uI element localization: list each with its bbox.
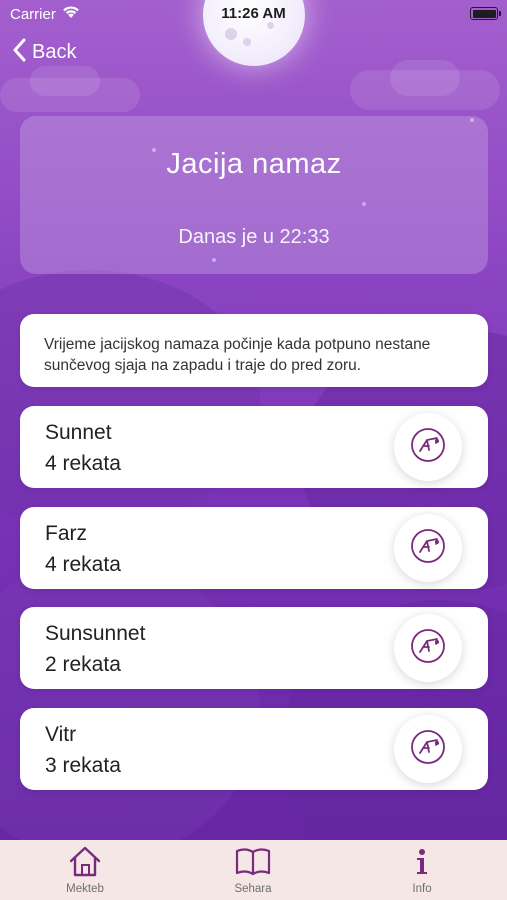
rakat-card-farz[interactable]: Farz 4 rekata	[20, 507, 488, 589]
rakat-name: Sunsunnet	[45, 622, 146, 645]
tab-label: Mekteb	[66, 883, 104, 895]
book-icon	[233, 843, 273, 879]
prayer-posture-icon	[409, 728, 447, 771]
prayer-time-subtitle: Danas je u 22:33	[178, 226, 330, 248]
prayer-posture-button[interactable]	[394, 715, 462, 783]
prayer-posture-icon	[409, 627, 447, 670]
rakat-count: 2 rekata	[45, 653, 121, 676]
rakat-name: Farz	[45, 522, 87, 545]
rakat-count: 3 rekata	[45, 754, 121, 777]
prayer-info-text: Vrijeme jacijskog namaza počinje kada po…	[44, 336, 431, 374]
tab-info[interactable]: Info	[362, 840, 482, 900]
tab-label: Sehara	[234, 883, 272, 895]
rakat-name: Sunnet	[45, 421, 112, 444]
page-title: Jacija namaz	[166, 148, 342, 180]
prayer-info-card: Vrijeme jacijskog namaza počinje kada po…	[20, 314, 488, 387]
info-icon	[402, 843, 442, 879]
tab-mekteb[interactable]: Mekteb	[25, 840, 145, 900]
clock-time: 11:26 AM	[221, 5, 286, 22]
rakat-count: 4 rekata	[45, 452, 121, 475]
prayer-posture-button[interactable]	[394, 514, 462, 582]
status-bar: Carrier 11:26 AM	[0, 0, 507, 28]
prayer-posture-button[interactable]	[394, 413, 462, 481]
rakat-card-sunnet[interactable]: Sunnet 4 rekata	[20, 406, 488, 488]
rakat-name: Vitr	[45, 723, 77, 746]
tab-label: Info	[412, 883, 432, 895]
battery-icon	[470, 7, 501, 20]
rakat-card-sunsunnet[interactable]: Sunsunnet 2 rekata	[20, 607, 488, 689]
tab-sehara[interactable]: Sehara	[193, 840, 313, 900]
rakat-count: 4 rekata	[45, 553, 121, 576]
home-icon	[65, 843, 105, 879]
prayer-posture-button[interactable]	[394, 614, 462, 682]
prayer-header-card: Jacija namaz Danas je u 22:33	[20, 116, 488, 274]
back-button[interactable]: Back	[12, 38, 76, 66]
rakat-card-vitr[interactable]: Vitr 3 rekata	[20, 708, 488, 790]
tab-bar: Mekteb Sehara Info	[0, 840, 507, 900]
prayer-posture-icon	[409, 426, 447, 469]
prayer-posture-icon	[409, 527, 447, 570]
back-label: Back	[32, 40, 77, 63]
chevron-left-icon	[12, 38, 26, 67]
